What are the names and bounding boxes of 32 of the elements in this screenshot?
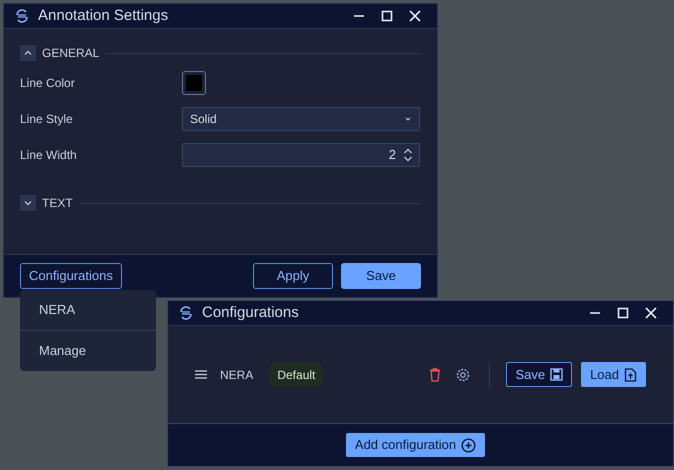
section-toggle[interactable] [20, 45, 36, 61]
chevron-down-icon [23, 198, 33, 208]
drag-handle-icon [195, 370, 207, 379]
add-configuration-button[interactable]: Add configuration [346, 433, 486, 457]
load-button[interactable]: Load [581, 362, 646, 387]
window-title: Configurations [202, 302, 300, 323]
width-spinbox[interactable]: 2 [182, 143, 420, 167]
window-title: Annotation Settings [38, 6, 170, 26]
default-badge: Default [269, 362, 324, 387]
color-swatch[interactable] [182, 71, 206, 95]
field-label: Line Width [20, 147, 78, 164]
chevron-down-icon [404, 115, 412, 123]
section-toggle[interactable] [20, 195, 36, 211]
field-label: Line Style [20, 111, 74, 128]
configuration-name: NERA [220, 366, 254, 384]
plus-circle-icon [461, 438, 476, 452]
settings-icon[interactable] [455, 366, 472, 382]
section-title: TEXT [42, 195, 73, 212]
app-logo-icon [178, 305, 194, 321]
app-logo-icon [14, 8, 30, 24]
style-dropdown[interactable]: Solid [182, 107, 420, 131]
delete-icon[interactable] [429, 367, 442, 382]
save-button[interactable]: Save [341, 263, 421, 289]
spinner-arrows-icon[interactable] [403, 147, 413, 163]
section-title: GENERAL [42, 45, 100, 62]
field-label: Line Color [20, 75, 76, 92]
save-button[interactable]: Save [506, 362, 572, 387]
menu-item[interactable]: Manage [20, 330, 156, 371]
file-upload-icon [624, 368, 637, 382]
configurations-button[interactable]: Configurations [20, 263, 122, 289]
apply-button[interactable]: Apply [253, 263, 333, 289]
menu-item[interactable]: NERA [20, 290, 156, 330]
